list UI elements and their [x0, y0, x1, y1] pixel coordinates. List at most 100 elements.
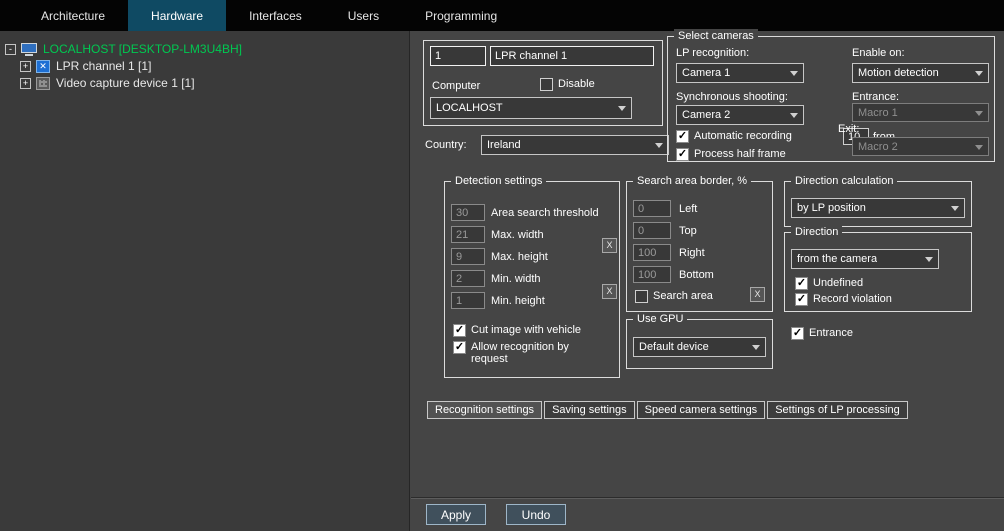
country-select-value: Ireland — [487, 139, 521, 151]
min-size-pick-button[interactable]: X — [602, 284, 617, 299]
checkbox-checked-icon: ✓ — [676, 148, 689, 161]
use-gpu-group: Use GPU Default device — [626, 319, 773, 369]
max-height-input[interactable]: 9 — [451, 248, 485, 265]
computer-icon — [21, 43, 37, 56]
entrance-checkbox[interactable]: ✓ Entrance — [791, 327, 853, 340]
exit-macro-select[interactable]: Macro 2 — [852, 137, 989, 156]
disable-label: Disable — [558, 78, 595, 91]
entrance-macro-value: Macro 1 — [858, 107, 898, 119]
dropdown-arrow-icon — [752, 345, 760, 350]
cut-image-checkbox[interactable]: ✓ Cut image with vehicle — [453, 324, 581, 337]
detection-settings-group: Detection settings 30 Area search thresh… — [444, 181, 620, 378]
automatic-recording-checkbox[interactable]: ✓ Automatic recording — [676, 130, 792, 143]
process-half-frame-label: Process half frame — [694, 148, 786, 161]
checkbox-unchecked-icon — [635, 290, 648, 303]
search-area-title: Search area border, % — [633, 174, 751, 188]
dropdown-arrow-icon — [975, 111, 983, 116]
dropdown-arrow-icon — [790, 113, 798, 118]
undefined-checkbox[interactable]: ✓ Undefined — [795, 277, 863, 290]
footer-divider — [411, 497, 1004, 499]
dropdown-arrow-icon — [951, 206, 959, 211]
border-left-input[interactable]: 0 — [633, 200, 671, 217]
min-width-input[interactable]: 2 — [451, 270, 485, 287]
tab-speed-camera-settings[interactable]: Speed camera settings — [637, 401, 766, 419]
max-width-input[interactable]: 21 — [451, 226, 485, 243]
border-right-label: Right — [679, 247, 705, 259]
border-top-label: Top — [679, 225, 697, 237]
tree-item-localhost[interactable]: - LOCALHOST [DESKTOP-LM3U4BH] — [5, 41, 242, 57]
checkbox-checked-icon: ✓ — [791, 327, 804, 340]
channel-number-input[interactable]: 1 — [430, 46, 486, 66]
entrance-macro-select[interactable]: Macro 1 — [852, 103, 989, 122]
tree-item-lpr-channel[interactable]: + ✕ LPR channel 1 [1] — [20, 58, 151, 74]
area-search-threshold-label: Area search threshold — [491, 207, 599, 219]
search-area-checkbox[interactable]: Search area — [635, 290, 713, 303]
expand-icon[interactable]: + — [20, 78, 31, 89]
allow-recognition-checkbox[interactable]: ✓ Allow recognition by request — [453, 341, 579, 365]
use-gpu-title: Use GPU — [633, 312, 687, 326]
video-capture-icon — [36, 77, 50, 90]
dropdown-arrow-icon — [975, 71, 983, 76]
gpu-device-select[interactable]: Default device — [633, 337, 766, 357]
computer-select-value: LOCALHOST — [436, 102, 503, 114]
tree-item-video-capture-label: Video capture device 1 [1] — [56, 76, 195, 90]
expand-icon[interactable]: + — [20, 61, 31, 72]
direction-select[interactable]: from the camera — [791, 249, 939, 269]
lp-recognition-select[interactable]: Camera 1 — [676, 63, 804, 83]
country-select[interactable]: Ireland — [481, 135, 669, 155]
checkbox-checked-icon: ✓ — [795, 293, 808, 306]
undo-button[interactable]: Undo — [506, 504, 566, 525]
tab-settings-of-lp-processing[interactable]: Settings of LP processing — [767, 401, 908, 419]
enable-on-select[interactable]: Motion detection — [852, 63, 989, 83]
undefined-label: Undefined — [813, 277, 863, 290]
max-width-label: Max. width — [491, 229, 544, 241]
border-bottom-input[interactable]: 100 — [633, 266, 671, 283]
tab-saving-settings[interactable]: Saving settings — [544, 401, 635, 419]
direction-calculation-value: by LP position — [797, 202, 866, 214]
direction-calculation-select[interactable]: by LP position — [791, 198, 965, 218]
cut-image-label: Cut image with vehicle — [471, 324, 581, 337]
record-violation-checkbox[interactable]: ✓ Record violation — [795, 293, 892, 306]
area-search-threshold-input[interactable]: 30 — [451, 204, 485, 221]
settings-panel: 1 LPR channel 1 Computer Disable LOCALHO… — [411, 31, 1004, 531]
entrance-macro-label: Entrance: — [852, 91, 899, 103]
max-size-pick-button[interactable]: X — [602, 238, 617, 253]
min-height-input[interactable]: 1 — [451, 292, 485, 309]
computer-select[interactable]: LOCALHOST — [430, 97, 632, 119]
search-area-label: Search area — [653, 290, 713, 303]
settings-tabbar: Recognition settings Saving settings Spe… — [427, 401, 910, 419]
direction-value: from the camera — [797, 253, 877, 265]
channel-group: 1 LPR channel 1 Computer Disable LOCALHO… — [423, 40, 663, 126]
border-top-input[interactable]: 0 — [633, 222, 671, 239]
direction-calculation-title: Direction calculation — [791, 174, 897, 188]
direction-title: Direction — [791, 225, 842, 239]
select-cameras-group: Select cameras LP recognition: Camera 1 … — [667, 36, 995, 162]
disable-checkbox[interactable]: Disable — [540, 78, 595, 91]
apply-button[interactable]: Apply — [426, 504, 486, 525]
menu-users[interactable]: Users — [325, 0, 402, 31]
tab-recognition-settings[interactable]: Recognition settings — [427, 401, 542, 419]
border-bottom-label: Bottom — [679, 269, 714, 281]
dropdown-arrow-icon — [975, 145, 983, 150]
search-area-pick-button[interactable]: X — [750, 287, 765, 302]
collapse-icon[interactable]: - — [5, 44, 16, 55]
menu-hardware[interactable]: Hardware — [128, 0, 226, 31]
min-height-label: Min. height — [491, 295, 545, 307]
max-height-label: Max. height — [491, 251, 548, 263]
device-tree: - LOCALHOST [DESKTOP-LM3U4BH] + ✕ LPR ch… — [0, 31, 410, 531]
sync-shooting-select[interactable]: Camera 2 — [676, 105, 804, 125]
tree-item-lpr-channel-label: LPR channel 1 [1] — [56, 59, 151, 73]
dropdown-arrow-icon — [618, 106, 626, 111]
dropdown-arrow-icon — [655, 143, 663, 148]
checkbox-checked-icon: ✓ — [453, 341, 466, 354]
tree-item-video-capture[interactable]: + Video capture device 1 [1] — [20, 75, 195, 91]
min-width-label: Min. width — [491, 273, 541, 285]
menu-programming[interactable]: Programming — [402, 0, 520, 31]
gpu-device-value: Default device — [639, 341, 709, 353]
menu-interfaces[interactable]: Interfaces — [226, 0, 325, 31]
border-right-input[interactable]: 100 — [633, 244, 671, 261]
sync-shooting-label: Synchronous shooting: — [676, 91, 788, 103]
process-half-frame-checkbox[interactable]: ✓ Process half frame — [676, 148, 786, 161]
menu-architecture[interactable]: Architecture — [18, 0, 128, 31]
channel-name-input[interactable]: LPR channel 1 — [490, 46, 654, 66]
